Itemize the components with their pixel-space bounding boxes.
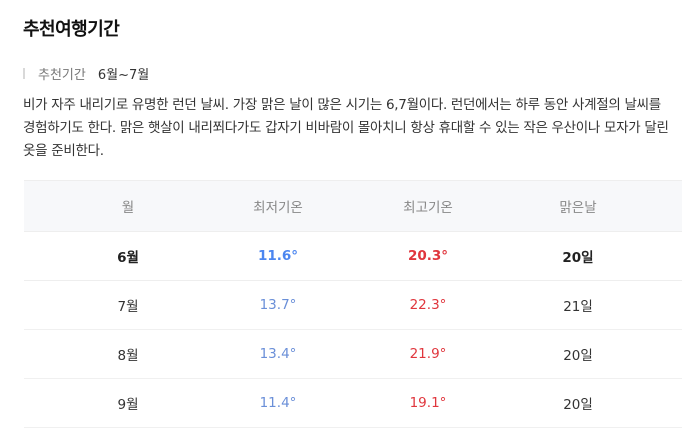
header-low-temp: 최저기온 bbox=[253, 200, 303, 216]
weather-table: 월 최저기온 최고기온 맑은날 6월 11.6° 20.3° 20일 7월 13… bbox=[24, 180, 682, 428]
table-row: 8월 13.4° 21.9° 20일 bbox=[24, 330, 682, 379]
section-title: 추천여행기간 bbox=[23, 19, 120, 40]
clear-days-cell: 20일 bbox=[562, 250, 594, 266]
month-cell: 7월 bbox=[117, 299, 139, 315]
table-row: 7월 13.7° 22.3° 21일 bbox=[24, 281, 682, 330]
period-value: 6월~7월 bbox=[97, 67, 150, 83]
low-temp-cell: 13.4° bbox=[259, 346, 297, 362]
clear-days-cell: 21일 bbox=[563, 299, 593, 315]
high-temp-cell: 22.3° bbox=[409, 297, 447, 313]
period-label: 추천기간 bbox=[38, 67, 86, 83]
month-cell: 9월 bbox=[117, 397, 139, 413]
table-header-row: 월 최저기온 최고기온 맑은날 bbox=[24, 180, 682, 232]
low-temp-cell: 13.7° bbox=[259, 297, 297, 313]
header-clear-days: 맑은날 bbox=[559, 200, 597, 216]
high-temp-cell: 21.9° bbox=[409, 346, 447, 362]
clear-days-cell: 20일 bbox=[563, 397, 593, 413]
high-temp-cell: 19.1° bbox=[409, 395, 447, 411]
weather-description: 비가 자주 내리기로 유명한 런던 날씨. 가장 맑은 날이 많은 시기는 6,… bbox=[23, 97, 669, 159]
table-row: 9월 11.4° 19.1° 20일 bbox=[24, 379, 682, 428]
low-temp-cell: 11.4° bbox=[259, 395, 297, 411]
high-temp-cell: 20.3° bbox=[407, 248, 449, 264]
low-temp-cell: 11.6° bbox=[257, 248, 299, 264]
header-month: 월 bbox=[121, 200, 135, 216]
table-row: 6월 11.6° 20.3° 20일 bbox=[24, 232, 682, 281]
divider-bar bbox=[23, 67, 25, 79]
recommended-period: 추천기간 6월~7월 bbox=[23, 63, 149, 83]
clear-days-cell: 20일 bbox=[563, 348, 593, 364]
month-cell: 6월 bbox=[117, 250, 139, 266]
month-cell: 8월 bbox=[117, 348, 139, 364]
header-high-temp: 최고기온 bbox=[403, 200, 453, 216]
